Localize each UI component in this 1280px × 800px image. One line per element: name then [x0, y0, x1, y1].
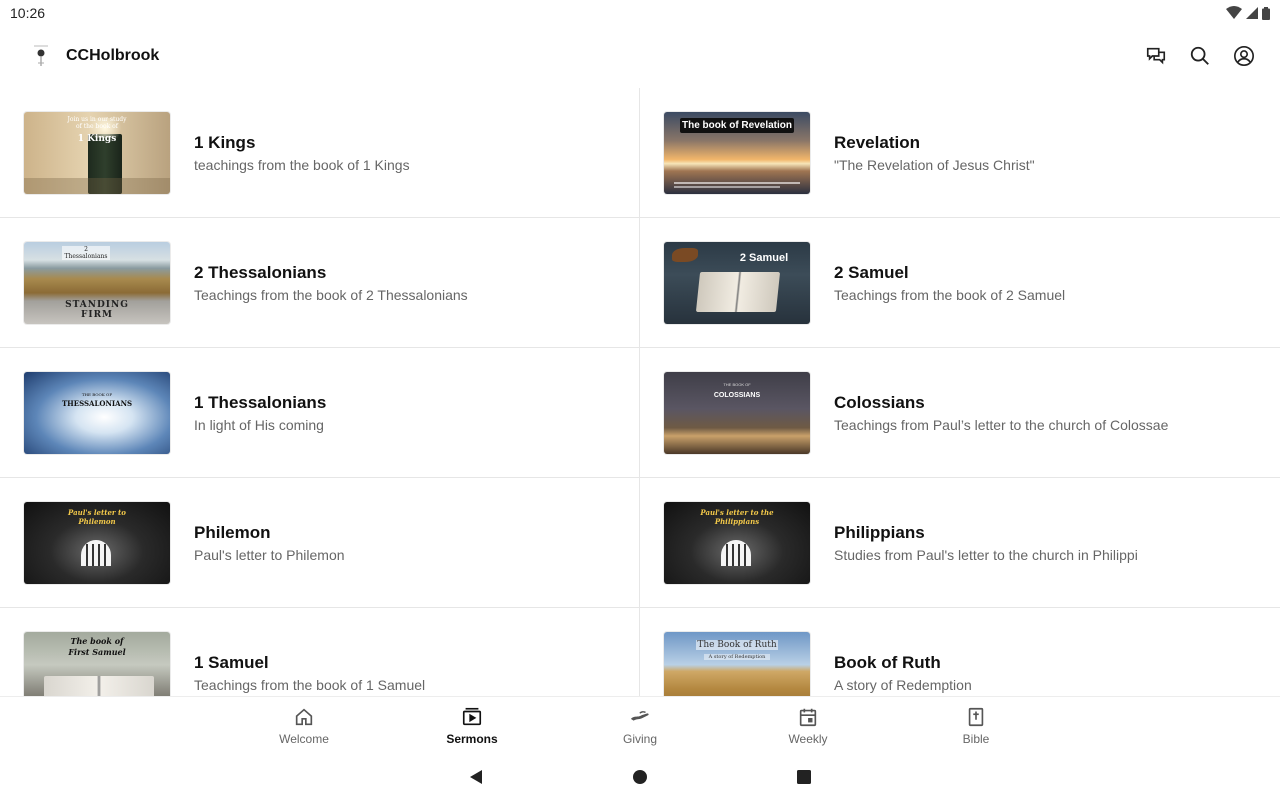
sermon-item-colossians[interactable]: THE BOOK OF COLOSSIANS Colossians Teachi…: [640, 348, 1280, 478]
sermon-item-revelation[interactable]: The book of Revelation Revelation "The R…: [640, 88, 1280, 218]
nav-welcome[interactable]: Welcome: [220, 697, 388, 754]
sermon-thumbnail: THE BOOK OF COLOSSIANS: [664, 371, 810, 454]
back-button[interactable]: [464, 765, 488, 789]
sermon-item-philemon[interactable]: Paul's letter to Philemon Philemon Paul'…: [0, 478, 640, 608]
nav-giving[interactable]: Giving: [556, 697, 724, 754]
sermon-title: Philemon: [194, 522, 271, 542]
sermon-title: Book of Ruth: [834, 652, 941, 672]
sermon-subtitle: "The Revelation of Jesus Christ": [834, 156, 1035, 173]
back-icon: [470, 770, 482, 784]
sermon-title: 2 Thessalonians: [194, 262, 327, 282]
sermon-thumbnail: The Book of Ruth A story of Redemption: [664, 631, 810, 696]
system-navigation: [0, 754, 1280, 800]
sermon-thumbnail: 2 Thessalonians STANDING FIRM: [24, 241, 170, 324]
recents-icon: [797, 770, 811, 784]
app-logo: [26, 41, 56, 71]
sermon-item-philippians[interactable]: Paul's letter to the Philippians Philipp…: [640, 478, 1280, 608]
sermon-thumbnail: Join us in our study of the book of 1 Ki…: [24, 111, 170, 194]
sermon-subtitle: Paul's letter to Philemon: [194, 546, 345, 563]
sermon-item-1-thessalonians[interactable]: THE BOOK OF THESSALONIANS 1 Thessalonian…: [0, 348, 640, 478]
bottom-navigation: Welcome Sermons Giving Weekly Bible: [0, 696, 1280, 754]
sermon-item-2-thessalonians[interactable]: 2 Thessalonians STANDING FIRM 2 Thessalo…: [0, 218, 640, 348]
sermon-title: Philippians: [834, 522, 925, 542]
signal-icon: [1246, 7, 1258, 19]
sermon-thumbnail: Paul's letter to the Philippians: [664, 501, 810, 584]
sermon-subtitle: A story of Redemption: [834, 676, 972, 693]
video-icon: [462, 707, 482, 725]
sermon-subtitle: In light of His coming: [194, 416, 324, 433]
search-icon: [1190, 46, 1209, 65]
sermon-thumbnail: Paul's letter to Philemon: [24, 501, 170, 584]
sermon-item-1-kings[interactable]: Join us in our study of the book of 1 Ki…: [0, 88, 640, 218]
sermon-subtitle: Teachings from the book of 2 Samuel: [834, 286, 1066, 303]
sermon-thumbnail: 2 Samuel: [664, 241, 810, 324]
sermon-thumbnail: The book of Revelation: [664, 111, 810, 194]
sermon-item-book-of-ruth[interactable]: The Book of Ruth A story of Redemption B…: [640, 608, 1280, 696]
sermon-subtitle: Teachings from the book of 1 Samuel: [194, 676, 426, 693]
app-title: CCHolbrook: [66, 47, 160, 64]
sermon-title: 2 Samuel: [834, 262, 909, 282]
account-icon: [1234, 46, 1254, 66]
sermon-item-2-samuel[interactable]: 2 Samuel 2 Samuel Teachings from the boo…: [640, 218, 1280, 348]
sermon-title: 1 Samuel: [194, 652, 269, 672]
bible-icon: [968, 707, 984, 726]
calendar-icon: [799, 708, 817, 726]
app-bar: CCHolbrook: [0, 26, 1280, 86]
status-time: 10:26: [10, 5, 46, 21]
sermon-title: Revelation: [834, 132, 920, 152]
sermon-thumbnail: THE BOOK OF THESSALONIANS: [24, 371, 170, 454]
chat-icon: [1146, 47, 1166, 65]
sermon-subtitle: Teachings from the book of 2 Thessalonia…: [194, 286, 468, 303]
chat-button[interactable]: [1144, 44, 1168, 68]
sermon-list: Join us in our study of the book of 1 Ki…: [0, 88, 1280, 696]
sermon-title: 1 Thessalonians: [194, 392, 327, 412]
home-icon: [295, 708, 313, 725]
home-button[interactable]: [628, 765, 652, 789]
sermon-subtitle: teachings from the book of 1 Kings: [194, 156, 410, 173]
sermon-title: 1 Kings: [194, 132, 256, 152]
sermon-subtitle: Studies from Paul's letter to the church…: [834, 546, 1138, 563]
nav-bible[interactable]: Bible: [892, 697, 1060, 754]
nav-weekly[interactable]: Weekly: [724, 697, 892, 754]
wifi-icon: [1226, 6, 1242, 19]
search-button[interactable]: [1188, 44, 1212, 68]
sermon-item-1-samuel[interactable]: The book of First Samuel 1 Samuel Teachi…: [0, 608, 640, 696]
recents-button[interactable]: [792, 765, 816, 789]
status-bar: 10:26: [0, 0, 1280, 26]
account-button[interactable]: [1232, 44, 1256, 68]
home-circle-icon: [633, 770, 647, 784]
sermon-subtitle: Teachings from Paul’s letter to the chur…: [834, 416, 1169, 433]
giving-icon: [630, 710, 649, 721]
sermon-title: Colossians: [834, 392, 925, 412]
battery-icon: [1262, 6, 1270, 20]
nav-sermons[interactable]: Sermons: [388, 697, 556, 754]
sermon-thumbnail: The book of First Samuel: [24, 631, 170, 696]
